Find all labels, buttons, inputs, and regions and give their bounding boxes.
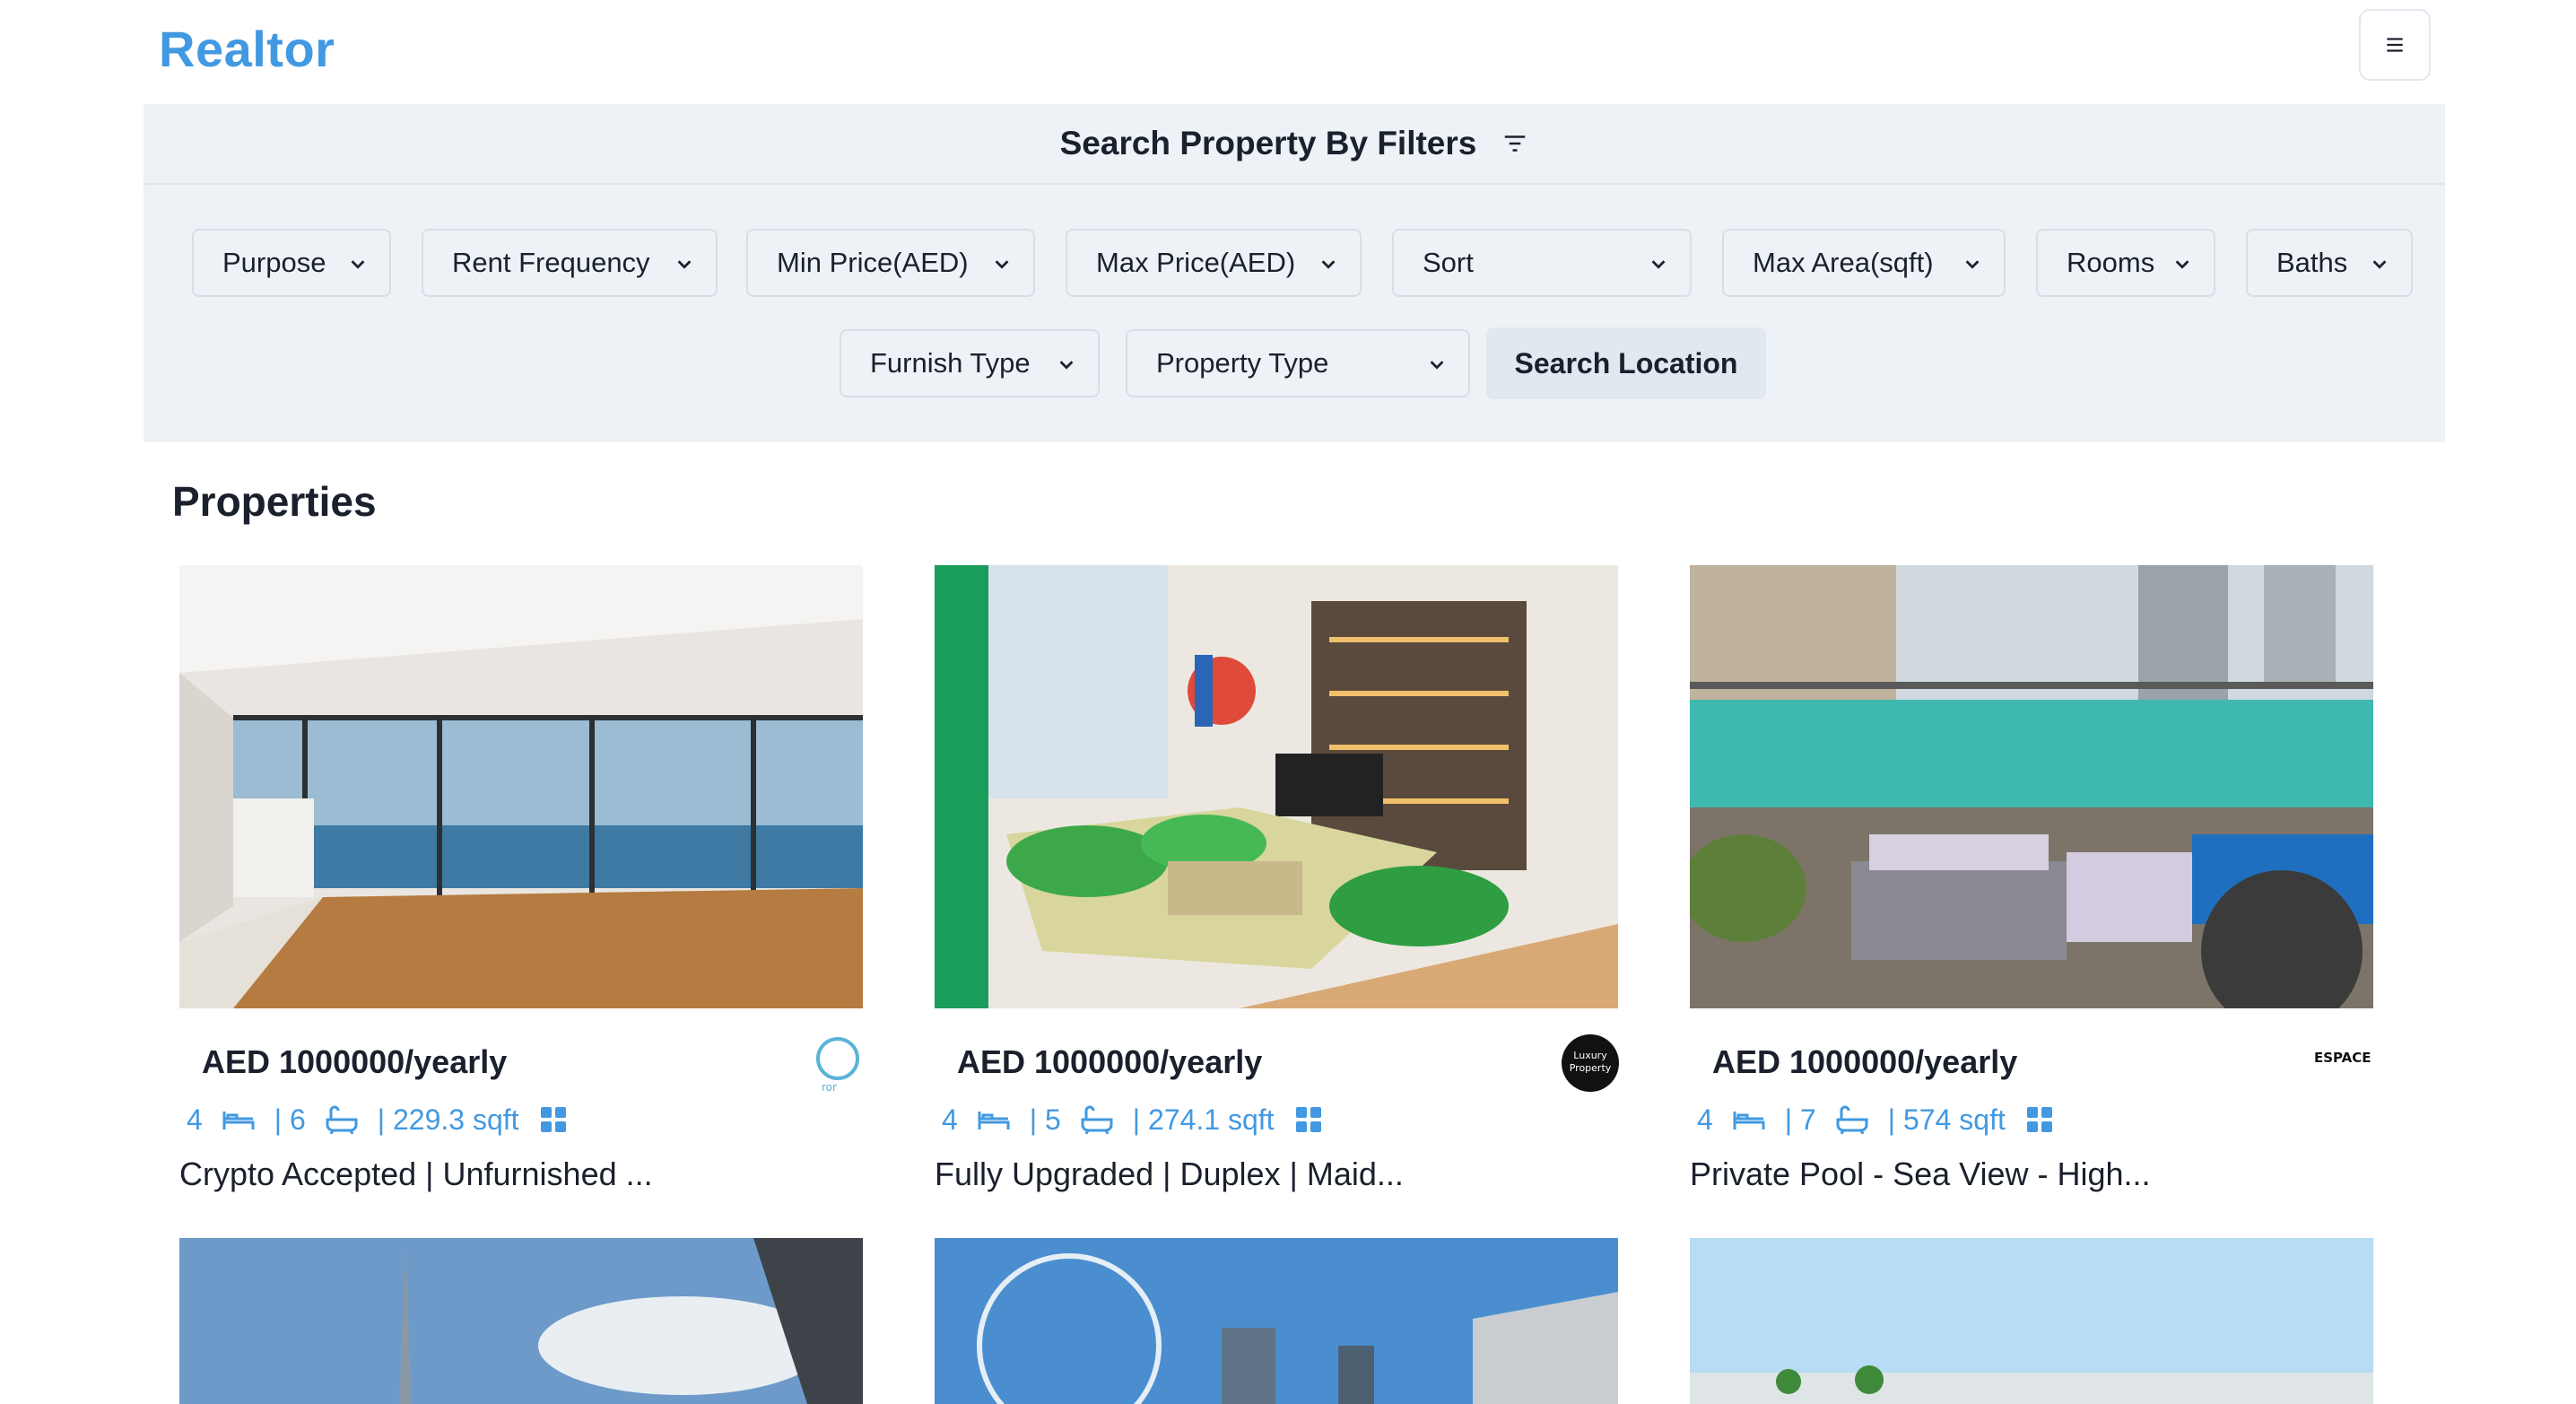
bed-icon [978,1112,1010,1129]
chevron-down-icon [351,260,365,269]
property-stats: 4 | 7 | 574 sqft [1697,1102,2074,1138]
menu-icon [2387,38,2403,52]
filters-header: Search Property By Filters [144,104,2445,185]
select-min-price[interactable]: Min Price(AED) [746,229,1035,297]
brand-logo[interactable]: Realtor [159,20,335,78]
chevron-down-icon [1321,260,1336,269]
chevron-down-icon [2372,260,2387,269]
search-location-button[interactable]: Search Location [1486,327,1766,399]
property-price: AED 1000000/yearly [957,1043,1263,1080]
property-title[interactable]: Private Pool - Sea View - High... [1690,1155,2151,1193]
property-card[interactable] [935,1238,1618,1404]
chevron-down-icon [2175,260,2189,269]
area-grid-icon [2026,1107,2052,1132]
properties-heading: Properties [172,478,377,525]
property-card[interactable] [935,565,1618,1008]
property-image[interactable] [935,565,1618,1008]
property-image[interactable] [935,1238,1618,1404]
svg-text:ESPACE: ESPACE [2314,1050,2371,1066]
property-price: AED 1000000/yearly [1712,1043,2018,1080]
agency-logo: Luxury Property [1561,1033,1620,1093]
select-furnish-type[interactable]: Furnish Type [840,329,1100,397]
area-grid-icon [1295,1107,1321,1132]
rooms-count: 4 [942,1103,958,1136]
property-title[interactable]: Fully Upgraded | Duplex | Maid... [935,1155,1404,1193]
area-value: | 229.3 sqft [377,1103,519,1136]
chevron-down-icon [1059,361,1074,370]
svg-text:Luxury: Luxury [1573,1050,1607,1061]
property-card[interactable] [1690,1238,2373,1404]
baths-count: | 6 [274,1103,306,1136]
property-card[interactable] [1690,565,2373,1008]
property-price: AED 1000000/yearly [202,1043,508,1080]
bath-icon [1081,1105,1113,1134]
svg-text:Property: Property [1570,1062,1612,1074]
bath-icon [326,1105,358,1134]
chevron-down-icon [1965,260,1980,269]
rooms-count: 4 [187,1103,203,1136]
chevron-down-icon [995,260,1009,269]
select-baths[interactable]: Baths [2246,229,2413,297]
filter-icon[interactable] [1501,130,1528,157]
bed-icon [1733,1112,1765,1129]
baths-count: | 5 [1029,1103,1061,1136]
property-image[interactable] [1690,1238,2373,1404]
hamburger-menu-button[interactable] [2359,9,2431,81]
select-max-area[interactable]: Max Area(sqft) [1722,229,2006,297]
property-image[interactable] [179,1238,863,1404]
select-property-type[interactable]: Property Type [1126,329,1470,397]
select-max-price[interactable]: Max Price(AED) [1066,229,1362,297]
agency-logo: ror [802,1032,865,1094]
chevron-down-icon [1651,260,1666,269]
svg-text:ror: ror [822,1081,837,1094]
filters-title: Search Property By Filters [1059,125,1477,161]
property-title[interactable]: Crypto Accepted | Unfurnished ... [179,1155,653,1193]
agency-logo: ESPACE [2314,1048,2375,1075]
select-rooms[interactable]: Rooms [2036,229,2215,297]
baths-count: | 7 [1784,1103,1816,1136]
property-image[interactable] [179,565,863,1008]
area-value: | 574 sqft [1887,1103,2006,1136]
area-value: | 274.1 sqft [1132,1103,1275,1136]
property-card[interactable] [179,565,863,1008]
property-stats: 4 | 6 | 229.3 sqft [187,1102,587,1138]
bath-icon [1836,1105,1868,1134]
bed-icon [222,1112,255,1129]
property-image[interactable] [1690,565,2373,1008]
rooms-count: 4 [1697,1103,1713,1136]
chevron-down-icon [677,260,692,269]
chevron-down-icon [1430,361,1444,370]
select-sort[interactable]: Sort [1392,229,1692,297]
area-grid-icon [540,1107,566,1132]
select-purpose[interactable]: Purpose [192,229,391,297]
select-rent-frequency[interactable]: Rent Frequency [422,229,718,297]
property-stats: 4 | 5 | 274.1 sqft [942,1102,1343,1138]
property-card[interactable] [179,1238,863,1404]
